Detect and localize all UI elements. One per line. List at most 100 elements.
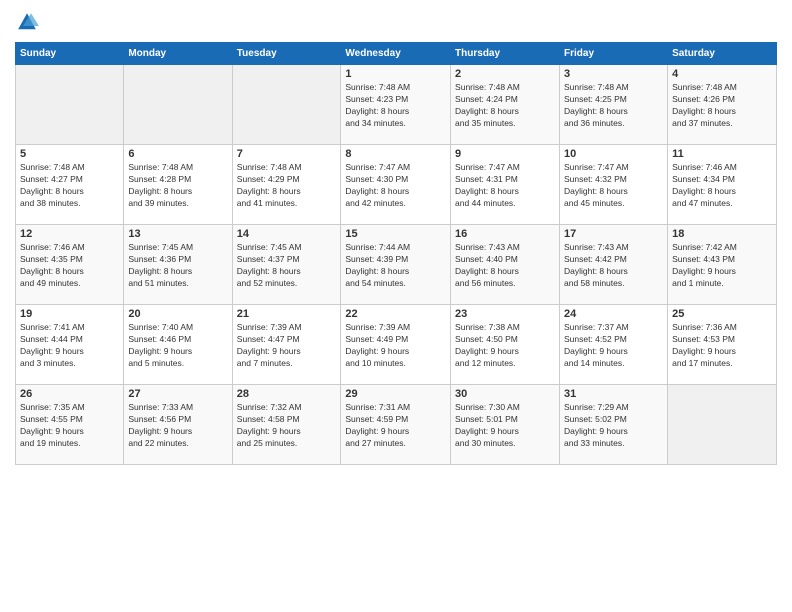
day-number: 2 bbox=[455, 68, 555, 80]
day-info: Sunrise: 7:46 AM Sunset: 4:35 PM Dayligh… bbox=[20, 242, 119, 290]
calendar-cell: 16 Sunrise: 7:43 AM Sunset: 4:40 PM Dayli… bbox=[451, 225, 560, 305]
calendar-week-row: 19 Sunrise: 7:41 AM Sunset: 4:44 PM Dayli… bbox=[16, 305, 777, 385]
day-info: Sunrise: 7:30 AM Sunset: 5:01 PM Dayligh… bbox=[455, 402, 555, 450]
calendar-week-row: 1 Sunrise: 7:48 AM Sunset: 4:23 PM Daylig… bbox=[16, 65, 777, 145]
day-info: Sunrise: 7:39 AM Sunset: 4:47 PM Dayligh… bbox=[237, 322, 337, 370]
weekday-thursday: Thursday bbox=[451, 43, 560, 65]
calendar-cell: 26 Sunrise: 7:35 AM Sunset: 4:55 PM Dayli… bbox=[16, 385, 124, 465]
calendar-cell: 19 Sunrise: 7:41 AM Sunset: 4:44 PM Dayli… bbox=[16, 305, 124, 385]
calendar-cell: 15 Sunrise: 7:44 AM Sunset: 4:39 PM Dayli… bbox=[341, 225, 451, 305]
day-info: Sunrise: 7:47 AM Sunset: 4:32 PM Dayligh… bbox=[564, 162, 663, 210]
calendar-week-row: 5 Sunrise: 7:48 AM Sunset: 4:27 PM Daylig… bbox=[16, 145, 777, 225]
day-info: Sunrise: 7:48 AM Sunset: 4:27 PM Dayligh… bbox=[20, 162, 119, 210]
day-number: 17 bbox=[564, 228, 663, 240]
calendar-cell: 27 Sunrise: 7:33 AM Sunset: 4:56 PM Dayli… bbox=[124, 385, 232, 465]
weekday-monday: Monday bbox=[124, 43, 232, 65]
day-info: Sunrise: 7:47 AM Sunset: 4:31 PM Dayligh… bbox=[455, 162, 555, 210]
day-number: 21 bbox=[237, 308, 337, 320]
calendar-cell: 20Sunrise: 7:40 AM Sunset: 4:46 PM Dayli… bbox=[124, 305, 232, 385]
day-info: Sunrise: 7:37 AM Sunset: 4:52 PM Dayligh… bbox=[564, 322, 663, 370]
day-number: 11 bbox=[672, 148, 772, 160]
day-number: 13 bbox=[128, 228, 227, 240]
logo-icon bbox=[15, 10, 39, 34]
calendar-cell: 28Sunrise: 7:32 AM Sunset: 4:58 PM Dayli… bbox=[232, 385, 341, 465]
calendar-cell: 30 Sunrise: 7:30 AM Sunset: 5:01 PM Dayli… bbox=[451, 385, 560, 465]
day-info: Sunrise: 7:48 AM Sunset: 4:24 PM Dayligh… bbox=[455, 82, 555, 130]
day-number: 24 bbox=[564, 308, 663, 320]
calendar-cell: 25Sunrise: 7:36 AM Sunset: 4:53 PM Dayli… bbox=[668, 305, 777, 385]
calendar-cell: 3 Sunrise: 7:48 AM Sunset: 4:25 PM Daylig… bbox=[560, 65, 668, 145]
day-number: 19 bbox=[20, 308, 119, 320]
calendar-cell bbox=[668, 385, 777, 465]
day-number: 10 bbox=[564, 148, 663, 160]
weekday-saturday: Saturday bbox=[668, 43, 777, 65]
day-info: Sunrise: 7:48 AM Sunset: 4:25 PM Dayligh… bbox=[564, 82, 663, 130]
day-number: 12 bbox=[20, 228, 119, 240]
calendar-cell: 24 Sunrise: 7:37 AM Sunset: 4:52 PM Dayli… bbox=[560, 305, 668, 385]
day-number: 20 bbox=[128, 308, 227, 320]
day-number: 27 bbox=[128, 388, 227, 400]
day-info: Sunrise: 7:47 AM Sunset: 4:30 PM Dayligh… bbox=[345, 162, 446, 210]
day-info: Sunrise: 7:45 AM Sunset: 4:36 PM Dayligh… bbox=[128, 242, 227, 290]
day-number: 29 bbox=[345, 388, 446, 400]
calendar-cell: 10 Sunrise: 7:47 AM Sunset: 4:32 PM Dayli… bbox=[560, 145, 668, 225]
day-info: Sunrise: 7:29 AM Sunset: 5:02 PM Dayligh… bbox=[564, 402, 663, 450]
calendar-cell: 31Sunrise: 7:29 AM Sunset: 5:02 PM Dayli… bbox=[560, 385, 668, 465]
day-number: 14 bbox=[237, 228, 337, 240]
calendar-cell: 21 Sunrise: 7:39 AM Sunset: 4:47 PM Dayli… bbox=[232, 305, 341, 385]
day-number: 1 bbox=[345, 68, 446, 80]
day-number: 3 bbox=[564, 68, 663, 80]
calendar-cell: 11 Sunrise: 7:46 AM Sunset: 4:34 PM Dayli… bbox=[668, 145, 777, 225]
calendar-cell bbox=[232, 65, 341, 145]
day-info: Sunrise: 7:44 AM Sunset: 4:39 PM Dayligh… bbox=[345, 242, 446, 290]
calendar-table: SundayMondayTuesdayWednesdayThursdayFrid… bbox=[15, 42, 777, 465]
day-info: Sunrise: 7:46 AM Sunset: 4:34 PM Dayligh… bbox=[672, 162, 772, 210]
calendar-week-row: 26 Sunrise: 7:35 AM Sunset: 4:55 PM Dayli… bbox=[16, 385, 777, 465]
day-number: 7 bbox=[237, 148, 337, 160]
calendar-cell: 6 Sunrise: 7:48 AM Sunset: 4:28 PM Daylig… bbox=[124, 145, 232, 225]
calendar-week-row: 12 Sunrise: 7:46 AM Sunset: 4:35 PM Dayli… bbox=[16, 225, 777, 305]
day-number: 4 bbox=[672, 68, 772, 80]
day-info: Sunrise: 7:38 AM Sunset: 4:50 PM Dayligh… bbox=[455, 322, 555, 370]
day-number: 5 bbox=[20, 148, 119, 160]
header bbox=[15, 10, 777, 34]
calendar-cell: 8 Sunrise: 7:47 AM Sunset: 4:30 PM Daylig… bbox=[341, 145, 451, 225]
weekday-sunday: Sunday bbox=[16, 43, 124, 65]
day-number: 22 bbox=[345, 308, 446, 320]
day-number: 30 bbox=[455, 388, 555, 400]
day-number: 26 bbox=[20, 388, 119, 400]
day-info: Sunrise: 7:45 AM Sunset: 4:37 PM Dayligh… bbox=[237, 242, 337, 290]
day-info: Sunrise: 7:48 AM Sunset: 4:29 PM Dayligh… bbox=[237, 162, 337, 210]
day-info: Sunrise: 7:48 AM Sunset: 4:23 PM Dayligh… bbox=[345, 82, 446, 130]
day-info: Sunrise: 7:43 AM Sunset: 4:40 PM Dayligh… bbox=[455, 242, 555, 290]
day-info: Sunrise: 7:43 AM Sunset: 4:42 PM Dayligh… bbox=[564, 242, 663, 290]
calendar-cell: 23Sunrise: 7:38 AM Sunset: 4:50 PM Dayli… bbox=[451, 305, 560, 385]
day-info: Sunrise: 7:48 AM Sunset: 4:28 PM Dayligh… bbox=[128, 162, 227, 210]
day-number: 16 bbox=[455, 228, 555, 240]
calendar-cell: 29Sunrise: 7:31 AM Sunset: 4:59 PM Dayli… bbox=[341, 385, 451, 465]
day-info: Sunrise: 7:48 AM Sunset: 4:26 PM Dayligh… bbox=[672, 82, 772, 130]
weekday-tuesday: Tuesday bbox=[232, 43, 341, 65]
day-number: 25 bbox=[672, 308, 772, 320]
day-number: 8 bbox=[345, 148, 446, 160]
calendar-cell: 13 Sunrise: 7:45 AM Sunset: 4:36 PM Dayli… bbox=[124, 225, 232, 305]
calendar-cell: 4 Sunrise: 7:48 AM Sunset: 4:26 PM Daylig… bbox=[668, 65, 777, 145]
day-info: Sunrise: 7:41 AM Sunset: 4:44 PM Dayligh… bbox=[20, 322, 119, 370]
calendar-cell: 22 Sunrise: 7:39 AM Sunset: 4:49 PM Dayli… bbox=[341, 305, 451, 385]
calendar-cell bbox=[16, 65, 124, 145]
calendar-cell: 9Sunrise: 7:47 AM Sunset: 4:31 PM Daylig… bbox=[451, 145, 560, 225]
calendar-cell: 2 Sunrise: 7:48 AM Sunset: 4:24 PM Daylig… bbox=[451, 65, 560, 145]
calendar-cell: 12 Sunrise: 7:46 AM Sunset: 4:35 PM Dayli… bbox=[16, 225, 124, 305]
day-info: Sunrise: 7:35 AM Sunset: 4:55 PM Dayligh… bbox=[20, 402, 119, 450]
page: SundayMondayTuesdayWednesdayThursdayFrid… bbox=[0, 0, 792, 612]
calendar-cell: 1 Sunrise: 7:48 AM Sunset: 4:23 PM Daylig… bbox=[341, 65, 451, 145]
day-number: 18 bbox=[672, 228, 772, 240]
day-number: 6 bbox=[128, 148, 227, 160]
day-info: Sunrise: 7:39 AM Sunset: 4:49 PM Dayligh… bbox=[345, 322, 446, 370]
calendar-cell: 17 Sunrise: 7:43 AM Sunset: 4:42 PM Dayli… bbox=[560, 225, 668, 305]
weekday-friday: Friday bbox=[560, 43, 668, 65]
calendar-cell: 5 Sunrise: 7:48 AM Sunset: 4:27 PM Daylig… bbox=[16, 145, 124, 225]
day-number: 15 bbox=[345, 228, 446, 240]
day-info: Sunrise: 7:33 AM Sunset: 4:56 PM Dayligh… bbox=[128, 402, 227, 450]
day-info: Sunrise: 7:42 AM Sunset: 4:43 PM Dayligh… bbox=[672, 242, 772, 290]
